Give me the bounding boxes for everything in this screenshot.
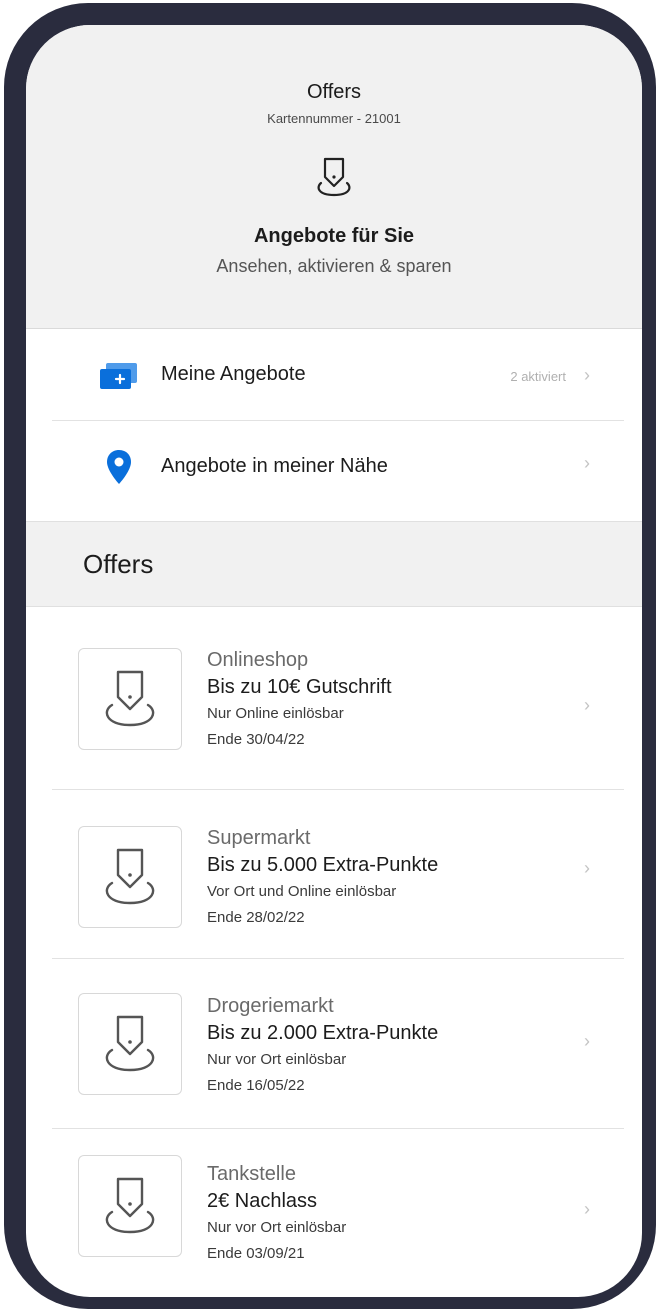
offer-category: Drogeriemarkt	[207, 995, 334, 1017]
device-frame: Offers Kartennummer - 21001 Angebote für…	[4, 3, 656, 1309]
offer-item-drogeriemarkt[interactable]: Drogeriemarkt Bis zu 2.000 Extra-Punkte …	[26, 959, 642, 1119]
header: Offers Kartennummer - 21001 Angebote für…	[26, 25, 642, 329]
card-number: Kartennummer - 21001	[267, 111, 401, 126]
offer-end-date: Ende 03/09/21	[207, 1245, 305, 1262]
offer-category: Tankstelle	[207, 1163, 296, 1185]
offer-note: Nur vor Ort einlösbar	[207, 1051, 347, 1068]
offer-thumbnail	[78, 648, 182, 750]
offer-end-date: Ende 30/04/22	[207, 731, 305, 748]
menu-item-nearby-offers[interactable]: Angebote in meiner Nähe ›	[26, 421, 642, 512]
offer-tag-icon	[105, 1177, 155, 1234]
section-title: Offers	[83, 549, 154, 579]
activated-count: 2 aktiviert	[510, 369, 566, 384]
menu-item-my-offers[interactable]: Meine Angebote 2 aktiviert ›	[26, 329, 642, 420]
offer-tag-icon	[105, 670, 155, 727]
offer-title: 2€ Nachlass	[207, 1190, 318, 1212]
offer-end-date: Ende 28/02/22	[207, 909, 305, 926]
offer-title: Bis zu 5.000 Extra-Punkte	[207, 854, 439, 876]
offer-item-supermarkt[interactable]: Supermarkt Bis zu 5.000 Extra-Punkte Vor…	[26, 790, 642, 950]
chevron-right-icon: ›	[584, 365, 590, 385]
chevron-right-icon: ›	[584, 1199, 590, 1219]
offer-end-date: Ende 16/05/22	[207, 1077, 305, 1094]
offer-tag-icon	[317, 157, 351, 197]
offer-item-onlineshop[interactable]: Onlineshop Bis zu 10€ Gutschrift Nur Onl…	[26, 625, 642, 785]
offer-note: Nur Online einlösbar	[207, 705, 344, 722]
offer-tag-icon	[105, 848, 155, 905]
offer-category: Onlineshop	[207, 649, 309, 671]
offer-note: Nur vor Ort einlösbar	[207, 1219, 347, 1236]
offers-tagline: Ansehen, aktivieren & sparen	[216, 256, 452, 276]
offer-title: Bis zu 10€ Gutschrift	[207, 676, 392, 698]
offer-item-tankstelle[interactable]: Tankstelle 2€ Nachlass Nur vor Ort einlö…	[26, 1129, 642, 1289]
offer-thumbnail	[78, 1155, 182, 1257]
page-title: Offers	[306, 81, 362, 103]
screen: Offers Kartennummer - 21001 Angebote für…	[26, 25, 642, 1297]
offer-note: Vor Ort und Online einlösbar	[207, 883, 397, 900]
offer-category: Supermarkt	[207, 827, 311, 849]
offers-section-header: Offers	[26, 521, 642, 607]
offer-tag-icon	[105, 1015, 155, 1072]
chevron-right-icon: ›	[584, 858, 590, 878]
chevron-right-icon: ›	[584, 453, 590, 473]
menu-item-label: Angebote in meiner Nähe	[161, 455, 388, 477]
offer-thumbnail	[78, 993, 182, 1095]
location-pin-icon	[107, 450, 131, 484]
offers-heading: Angebote für Sie	[253, 225, 414, 247]
menu-item-label: Meine Angebote	[161, 363, 306, 385]
chevron-right-icon: ›	[584, 695, 590, 715]
offer-thumbnail	[78, 826, 182, 928]
card-plus-icon	[100, 363, 137, 389]
chevron-right-icon: ›	[584, 1031, 590, 1051]
offer-title: Bis zu 2.000 Extra-Punkte	[207, 1022, 439, 1044]
